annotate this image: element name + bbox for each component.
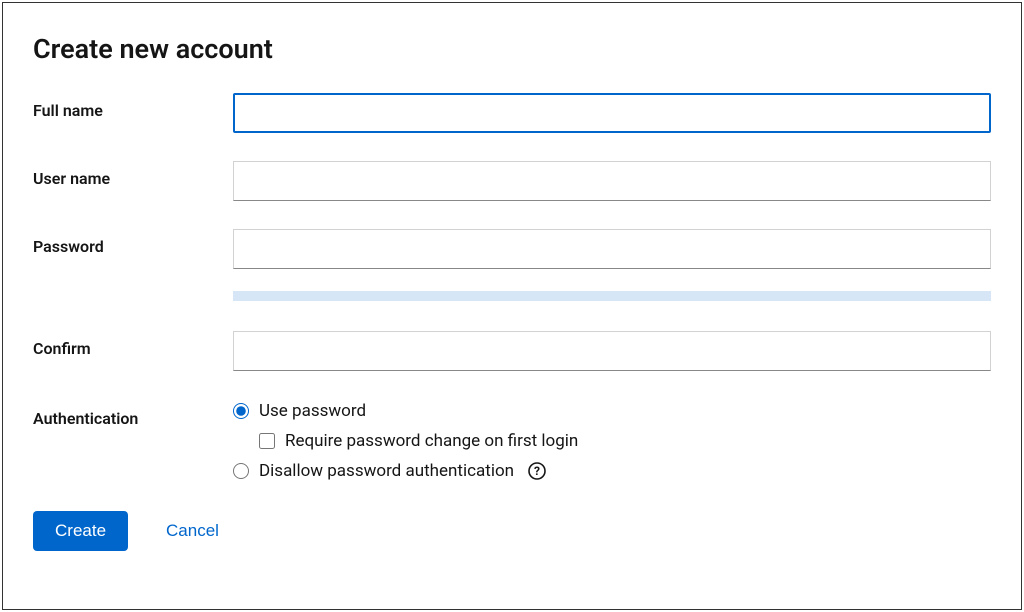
full-name-field-wrapper — [233, 93, 991, 133]
button-row: Create Cancel — [33, 511, 991, 551]
user-name-row: User name — [33, 161, 991, 201]
full-name-label: Full name — [33, 93, 233, 120]
cancel-button[interactable]: Cancel — [166, 521, 219, 541]
authentication-row: Authentication Use password Require pass… — [33, 401, 991, 481]
confirm-row: Confirm — [33, 331, 991, 371]
use-password-radio[interactable] — [233, 403, 249, 419]
use-password-label: Use password — [259, 401, 366, 421]
password-strength-bar — [233, 291, 991, 301]
disallow-label: Disallow password authentication — [259, 461, 514, 481]
require-change-label: Require password change on first login — [285, 431, 578, 451]
user-name-label: User name — [33, 161, 233, 188]
confirm-label: Confirm — [33, 331, 233, 358]
user-name-field-wrapper — [233, 161, 991, 201]
password-label: Password — [33, 229, 233, 256]
full-name-input[interactable] — [233, 93, 991, 133]
create-account-dialog: Create new account Full name User name P… — [2, 2, 1022, 610]
authentication-options: Use password Require password change on … — [233, 401, 991, 481]
authentication-label: Authentication — [33, 401, 233, 428]
password-row: Password — [33, 229, 991, 301]
disallow-radio[interactable] — [233, 463, 249, 479]
use-password-option: Use password — [233, 401, 991, 421]
password-field-wrapper — [233, 229, 991, 301]
svg-text:?: ? — [534, 464, 540, 478]
full-name-row: Full name — [33, 93, 991, 133]
confirm-input[interactable] — [233, 331, 991, 371]
page-title: Create new account — [33, 33, 991, 65]
disallow-option: Disallow password authentication ? — [233, 461, 991, 481]
create-button[interactable]: Create — [33, 511, 128, 551]
user-name-input[interactable] — [233, 161, 991, 201]
confirm-field-wrapper — [233, 331, 991, 371]
require-change-checkbox[interactable] — [259, 433, 275, 449]
require-change-option: Require password change on first login — [259, 431, 991, 451]
password-input[interactable] — [233, 229, 991, 269]
help-icon[interactable]: ? — [528, 462, 546, 480]
